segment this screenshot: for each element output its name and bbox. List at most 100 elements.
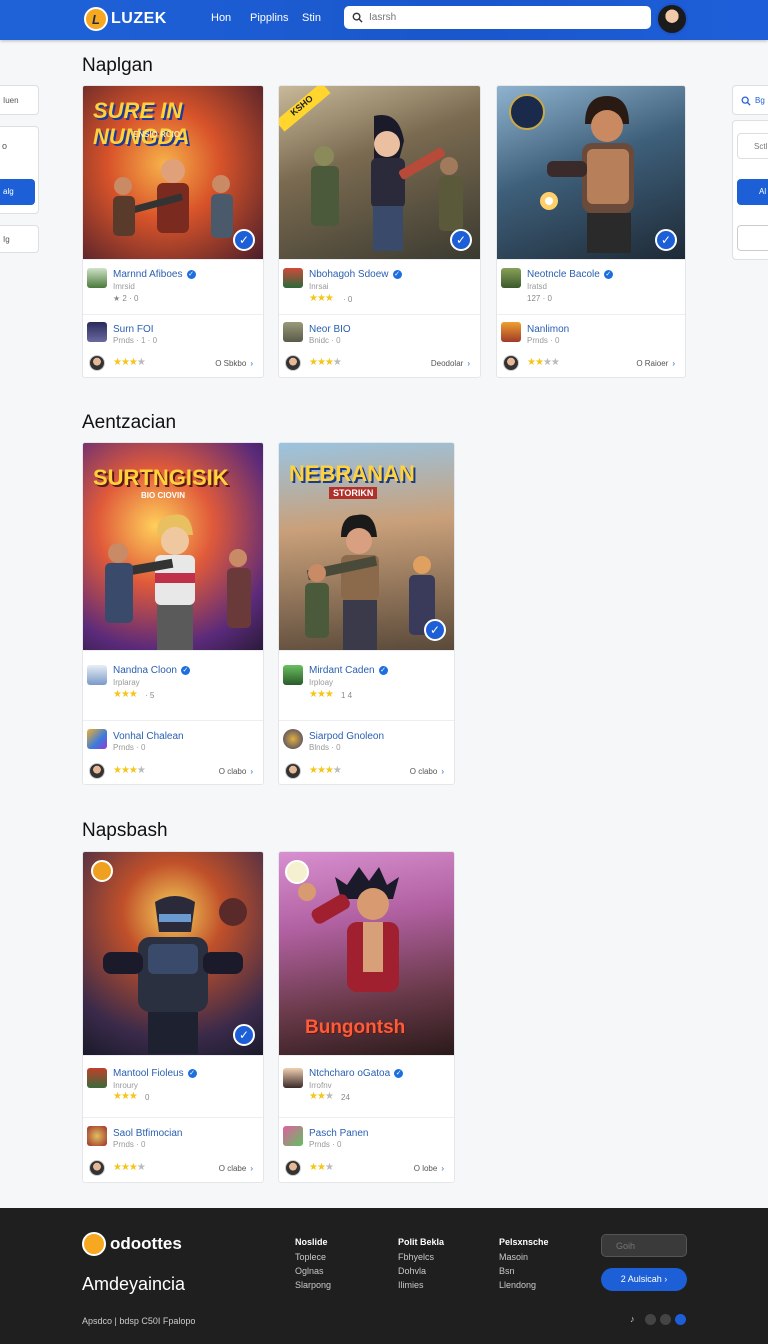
- item-title[interactable]: Pasch Panen: [309, 1128, 369, 1139]
- verified-icon: ✓: [180, 666, 190, 675]
- game-cover-art[interactable]: ✓: [497, 86, 685, 259]
- item-thumbnail: [87, 322, 107, 342]
- rating-stars: ★★★: [309, 1091, 334, 1102]
- game-thumbnail: [501, 268, 521, 288]
- verified-icon: ✓: [187, 1069, 197, 1078]
- music-icon[interactable]: ♪: [630, 1314, 641, 1325]
- footer-logo[interactable]: odoottes: [82, 1232, 182, 1256]
- card-title[interactable]: Nbohagoh Sdoew ✓: [309, 269, 402, 280]
- user-avatar[interactable]: [656, 3, 688, 35]
- game-cover-art[interactable]: SURE IN NUNGDA ENSIO RCIO ✓: [83, 86, 263, 259]
- footer-link[interactable]: Ilimies: [398, 1280, 424, 1290]
- card-subtitle: Iratsd: [527, 282, 548, 291]
- game-card[interactable]: SURE IN NUNGDA ENSIO RCIO ✓ Marnnd Afibo…: [82, 85, 264, 378]
- item-title[interactable]: Saol Btfimocian: [113, 1128, 182, 1139]
- item-title[interactable]: Surn FOI: [113, 324, 154, 335]
- game-cover-art[interactable]: NEBRANAN STORIKN ✓: [279, 443, 454, 650]
- item-title[interactable]: Nanlimon: [527, 324, 569, 335]
- footer-link[interactable]: Oglnas: [295, 1266, 324, 1276]
- search-input[interactable]: [369, 12, 629, 23]
- side-right-secondary-button[interactable]: [737, 225, 768, 251]
- card-info-row: Marnnd Afiboes ✓ Imrsid ★ 2 · 0: [83, 259, 263, 314]
- footer-link[interactable]: Slarpong: [295, 1280, 331, 1290]
- verified-icon: ✓: [186, 270, 196, 279]
- logo-mark-icon: [82, 1232, 106, 1256]
- side-left-tab-2[interactable]: Ig: [0, 225, 39, 253]
- card-action-label: O clabe: [218, 1164, 247, 1173]
- card-action-link[interactable]: O lobe ›: [414, 1164, 444, 1173]
- side-left-panel: o alg: [0, 126, 39, 214]
- side-right-field[interactable]: Sctl: [737, 133, 768, 159]
- cover-title: SURTNGISIK: [93, 465, 229, 490]
- chevron-right-icon: ›: [441, 767, 444, 776]
- card-title[interactable]: Marnnd Afiboes ✓: [113, 269, 196, 280]
- facebook-icon[interactable]: [675, 1314, 686, 1325]
- character-figures-illustration: [113, 159, 233, 238]
- side-right-button[interactable]: Al: [737, 179, 768, 205]
- card-subtitle: Irploay: [309, 678, 334, 687]
- card-action-link[interactable]: O clabo ›: [219, 767, 253, 776]
- side-right-search[interactable]: Bg: [732, 85, 768, 115]
- game-thumbnail: [87, 268, 107, 288]
- item-title[interactable]: Siarpod Gnoleon: [309, 731, 384, 742]
- card-action-label: O clabo: [218, 767, 247, 776]
- card-title[interactable]: Neotncle Bacole ✓: [527, 269, 613, 280]
- character-figure-illustration: [298, 867, 399, 992]
- side-left-button[interactable]: alg: [0, 179, 35, 205]
- card-action-link[interactable]: O Raioer ›: [636, 359, 675, 368]
- card-action-link[interactable]: O clabo ›: [410, 767, 444, 776]
- cover-subtitle: STORIKN: [329, 487, 378, 499]
- item-thumbnail: [87, 729, 107, 749]
- newsletter-email-input[interactable]: [601, 1234, 687, 1257]
- footer-link[interactable]: Llendong: [499, 1280, 536, 1290]
- social-icon-1[interactable]: [645, 1314, 656, 1325]
- card-action-link[interactable]: O clabe ›: [219, 1164, 253, 1173]
- footer-link[interactable]: Toplece: [295, 1252, 326, 1262]
- cover-title: NEBRANAN: [289, 461, 415, 486]
- game-cover-art[interactable]: Bungontsh: [279, 852, 454, 1055]
- card-secondary-row: Neor BIO Bnidc · 0 ★★★★ Deodolar ›: [279, 314, 480, 377]
- game-cover-art[interactable]: ✓: [83, 852, 263, 1055]
- card-meta: · 5: [145, 691, 155, 700]
- footer-link[interactable]: Masoin: [499, 1252, 528, 1262]
- item-subtitle: Prnds · 0: [309, 1140, 342, 1149]
- nav-link-store[interactable]: Stin: [302, 12, 321, 24]
- item-title[interactable]: Neor BIO: [309, 324, 351, 335]
- rating-stars: ★★★★: [113, 357, 146, 368]
- social-icon-2[interactable]: [660, 1314, 671, 1325]
- game-thumbnail: [283, 665, 303, 685]
- card-title[interactable]: Ntchcharo oGatoa ✓: [309, 1068, 404, 1079]
- game-cover-art[interactable]: KSHO ✓: [279, 86, 480, 259]
- footer-link[interactable]: Bsn: [499, 1266, 515, 1276]
- card-title-text: Nandna Cloon: [113, 665, 177, 676]
- logo[interactable]: L LUZEK: [84, 7, 167, 31]
- card-subtitle: Inroury: [113, 1081, 138, 1090]
- rating-stars: ★★★★: [113, 1162, 146, 1173]
- card-title[interactable]: Mantool Fioleus ✓: [113, 1068, 197, 1079]
- game-card[interactable]: Bungontsh Ntchcharo oGatoa ✓ Irrofnv ★★★ …: [278, 851, 455, 1183]
- footer-link[interactable]: Fbhyelcs: [398, 1252, 434, 1262]
- game-card[interactable]: SURTNGISIK BIO CIOVIN Nandna Cloon ✓ Irpl…: [82, 442, 264, 785]
- card-action-link[interactable]: O Sbkbo ›: [215, 359, 253, 368]
- item-subtitle: Prnds · 0: [113, 743, 146, 752]
- game-card[interactable]: NEBRANAN STORIKN ✓ Mirdant Caden ✓ Irploa…: [278, 442, 455, 785]
- card-info-row: Nbohagoh Sdoew ✓ Inrsai ★★★ · 0: [279, 259, 480, 314]
- nav-link-players[interactable]: Pipplins: [250, 12, 289, 24]
- side-right-label: Bg: [755, 96, 765, 105]
- game-card[interactable]: ✓ Neotncle Bacole ✓ Iratsd 127 · 0 Nanlim…: [496, 85, 686, 378]
- footer-link[interactable]: Dohvla: [398, 1266, 426, 1276]
- search-bar[interactable]: [344, 6, 651, 29]
- card-title[interactable]: Mirdant Caden ✓: [309, 665, 388, 676]
- section-title: Aentzacian: [82, 412, 177, 433]
- game-cover-art[interactable]: SURTNGISIK BIO CIOVIN: [83, 443, 263, 650]
- card-action-link[interactable]: Deodolar ›: [431, 359, 470, 368]
- nav-link-home[interactable]: Hon: [211, 12, 231, 24]
- card-title[interactable]: Nandna Cloon ✓: [113, 665, 190, 676]
- item-title[interactable]: Vonhal Chalean: [113, 731, 184, 742]
- character-figures-illustration: [105, 514, 251, 650]
- game-thumbnail: [87, 1068, 107, 1088]
- game-card[interactable]: KSHO ✓ Nbohagoh Sdoew ✓ Inrsai ★★★ · 0 Ne…: [278, 85, 481, 378]
- subscribe-button[interactable]: 2 Aulsicah ›: [601, 1268, 687, 1291]
- game-card[interactable]: ✓ Mantool Fioleus ✓ Inroury ★★★ 0 Saol Bt…: [82, 851, 264, 1183]
- side-left-tab-1[interactable]: Iuen: [0, 85, 39, 115]
